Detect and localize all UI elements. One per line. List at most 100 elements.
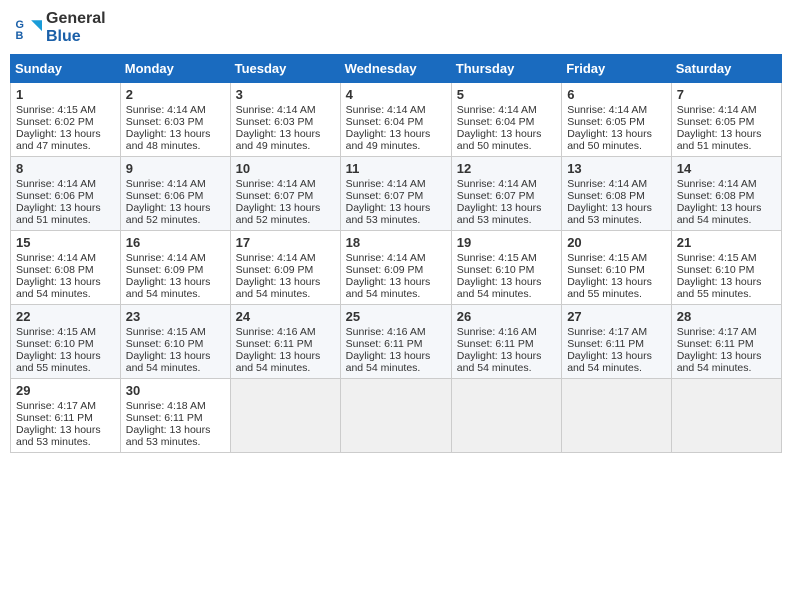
- daylight-label: Daylight: 13 hours and 54 minutes.: [16, 276, 101, 300]
- calendar-cell: [340, 379, 451, 453]
- sunrise-label: Sunrise: 4:14 AM: [126, 252, 206, 264]
- day-number: 7: [677, 87, 776, 102]
- sunset-label: Sunset: 6:11 PM: [16, 412, 93, 424]
- daylight-label: Daylight: 13 hours and 54 minutes.: [457, 350, 542, 374]
- logo: G B General Blue: [14, 10, 106, 46]
- day-number: 10: [236, 161, 335, 176]
- calendar-cell: 30 Sunrise: 4:18 AM Sunset: 6:11 PM Dayl…: [120, 379, 230, 453]
- calendar-table: SundayMondayTuesdayWednesdayThursdayFrid…: [10, 54, 782, 453]
- sunset-label: Sunset: 6:10 PM: [126, 338, 204, 350]
- daylight-label: Daylight: 13 hours and 54 minutes.: [126, 276, 211, 300]
- sunset-label: Sunset: 6:04 PM: [457, 116, 535, 128]
- day-number: 18: [346, 235, 446, 250]
- day-number: 29: [16, 383, 115, 398]
- daylight-label: Daylight: 13 hours and 52 minutes.: [236, 202, 321, 226]
- calendar-week-5: 29 Sunrise: 4:17 AM Sunset: 6:11 PM Dayl…: [11, 379, 782, 453]
- daylight-label: Daylight: 13 hours and 53 minutes.: [567, 202, 652, 226]
- col-header-sunday: Sunday: [11, 55, 121, 83]
- sunset-label: Sunset: 6:11 PM: [567, 338, 644, 350]
- sunset-label: Sunset: 6:09 PM: [236, 264, 314, 276]
- sunset-label: Sunset: 6:10 PM: [457, 264, 535, 276]
- sunrise-label: Sunrise: 4:16 AM: [236, 326, 316, 338]
- sunrise-label: Sunrise: 4:14 AM: [346, 104, 426, 116]
- day-number: 8: [16, 161, 115, 176]
- calendar-week-2: 8 Sunrise: 4:14 AM Sunset: 6:06 PM Dayli…: [11, 157, 782, 231]
- sunrise-label: Sunrise: 4:15 AM: [16, 326, 96, 338]
- calendar-cell: 18 Sunrise: 4:14 AM Sunset: 6:09 PM Dayl…: [340, 231, 451, 305]
- daylight-label: Daylight: 13 hours and 54 minutes.: [236, 276, 321, 300]
- calendar-cell: 13 Sunrise: 4:14 AM Sunset: 6:08 PM Dayl…: [562, 157, 672, 231]
- calendar-week-4: 22 Sunrise: 4:15 AM Sunset: 6:10 PM Dayl…: [11, 305, 782, 379]
- calendar-cell: 11 Sunrise: 4:14 AM Sunset: 6:07 PM Dayl…: [340, 157, 451, 231]
- sunset-label: Sunset: 6:07 PM: [346, 190, 424, 202]
- day-number: 17: [236, 235, 335, 250]
- sunrise-label: Sunrise: 4:14 AM: [236, 104, 316, 116]
- day-number: 22: [16, 309, 115, 324]
- day-number: 1: [16, 87, 115, 102]
- sunrise-label: Sunrise: 4:15 AM: [677, 252, 757, 264]
- sunrise-label: Sunrise: 4:16 AM: [346, 326, 426, 338]
- calendar-cell: 5 Sunrise: 4:14 AM Sunset: 6:04 PM Dayli…: [451, 83, 561, 157]
- day-number: 14: [677, 161, 776, 176]
- col-header-monday: Monday: [120, 55, 230, 83]
- day-number: 11: [346, 161, 446, 176]
- calendar-cell: 6 Sunrise: 4:14 AM Sunset: 6:05 PM Dayli…: [562, 83, 672, 157]
- calendar-cell: 7 Sunrise: 4:14 AM Sunset: 6:05 PM Dayli…: [671, 83, 781, 157]
- calendar-cell: 28 Sunrise: 4:17 AM Sunset: 6:11 PM Dayl…: [671, 305, 781, 379]
- calendar-cell: 19 Sunrise: 4:15 AM Sunset: 6:10 PM Dayl…: [451, 231, 561, 305]
- sunrise-label: Sunrise: 4:17 AM: [567, 326, 647, 338]
- calendar-cell: 14 Sunrise: 4:14 AM Sunset: 6:08 PM Dayl…: [671, 157, 781, 231]
- calendar-cell: 21 Sunrise: 4:15 AM Sunset: 6:10 PM Dayl…: [671, 231, 781, 305]
- logo-text: General Blue: [46, 10, 106, 46]
- sunset-label: Sunset: 6:06 PM: [126, 190, 204, 202]
- sunrise-label: Sunrise: 4:14 AM: [346, 178, 426, 190]
- sunset-label: Sunset: 6:09 PM: [346, 264, 424, 276]
- sunset-label: Sunset: 6:02 PM: [16, 116, 94, 128]
- sunrise-label: Sunrise: 4:18 AM: [126, 400, 206, 412]
- sunset-label: Sunset: 6:10 PM: [677, 264, 755, 276]
- day-number: 4: [346, 87, 446, 102]
- col-header-saturday: Saturday: [671, 55, 781, 83]
- sunset-label: Sunset: 6:11 PM: [346, 338, 423, 350]
- day-number: 26: [457, 309, 556, 324]
- daylight-label: Daylight: 13 hours and 48 minutes.: [126, 128, 211, 152]
- calendar-cell: 2 Sunrise: 4:14 AM Sunset: 6:03 PM Dayli…: [120, 83, 230, 157]
- calendar-cell: [562, 379, 672, 453]
- day-number: 24: [236, 309, 335, 324]
- daylight-label: Daylight: 13 hours and 55 minutes.: [677, 276, 762, 300]
- logo-icon: G B: [14, 14, 42, 42]
- daylight-label: Daylight: 13 hours and 51 minutes.: [16, 202, 101, 226]
- sunrise-label: Sunrise: 4:14 AM: [457, 178, 537, 190]
- day-number: 20: [567, 235, 666, 250]
- calendar-cell: 15 Sunrise: 4:14 AM Sunset: 6:08 PM Dayl…: [11, 231, 121, 305]
- day-number: 3: [236, 87, 335, 102]
- calendar-week-3: 15 Sunrise: 4:14 AM Sunset: 6:08 PM Dayl…: [11, 231, 782, 305]
- sunset-label: Sunset: 6:05 PM: [567, 116, 645, 128]
- sunrise-label: Sunrise: 4:14 AM: [16, 178, 96, 190]
- daylight-label: Daylight: 13 hours and 49 minutes.: [236, 128, 321, 152]
- daylight-label: Daylight: 13 hours and 54 minutes.: [677, 350, 762, 374]
- sunrise-label: Sunrise: 4:17 AM: [16, 400, 96, 412]
- day-number: 25: [346, 309, 446, 324]
- day-number: 28: [677, 309, 776, 324]
- daylight-label: Daylight: 13 hours and 47 minutes.: [16, 128, 101, 152]
- sunset-label: Sunset: 6:03 PM: [126, 116, 204, 128]
- day-number: 19: [457, 235, 556, 250]
- day-number: 12: [457, 161, 556, 176]
- sunrise-label: Sunrise: 4:15 AM: [126, 326, 206, 338]
- daylight-label: Daylight: 13 hours and 55 minutes.: [16, 350, 101, 374]
- sunset-label: Sunset: 6:11 PM: [126, 412, 203, 424]
- calendar-cell: 23 Sunrise: 4:15 AM Sunset: 6:10 PM Dayl…: [120, 305, 230, 379]
- daylight-label: Daylight: 13 hours and 54 minutes.: [567, 350, 652, 374]
- day-number: 6: [567, 87, 666, 102]
- daylight-label: Daylight: 13 hours and 51 minutes.: [677, 128, 762, 152]
- daylight-label: Daylight: 13 hours and 50 minutes.: [567, 128, 652, 152]
- sunset-label: Sunset: 6:07 PM: [236, 190, 314, 202]
- calendar-cell: 22 Sunrise: 4:15 AM Sunset: 6:10 PM Dayl…: [11, 305, 121, 379]
- calendar-cell: 8 Sunrise: 4:14 AM Sunset: 6:06 PM Dayli…: [11, 157, 121, 231]
- day-number: 13: [567, 161, 666, 176]
- day-number: 21: [677, 235, 776, 250]
- day-number: 27: [567, 309, 666, 324]
- calendar-cell: 27 Sunrise: 4:17 AM Sunset: 6:11 PM Dayl…: [562, 305, 672, 379]
- sunset-label: Sunset: 6:08 PM: [567, 190, 645, 202]
